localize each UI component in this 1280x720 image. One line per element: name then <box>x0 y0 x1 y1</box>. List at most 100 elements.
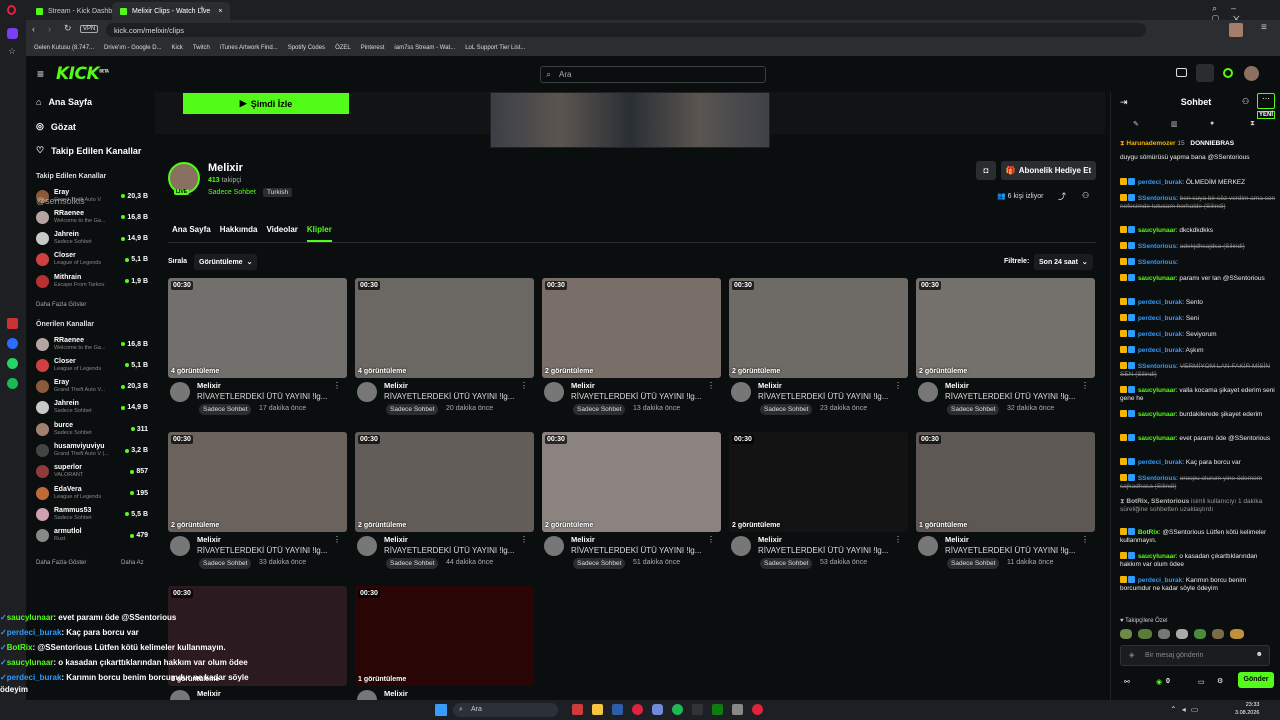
clip-category-tag[interactable]: Sadece Sohbet <box>947 404 1000 415</box>
bookmark-item[interactable]: Pinterest <box>361 45 385 51</box>
chat-message[interactable]: saucylunaar: evet paramı öde @SSentoriou… <box>1120 434 1278 443</box>
clip-card[interactable]: 00:30 4 görüntüleme Melixir RİVAYETLERDEK… <box>355 278 534 425</box>
chat-message[interactable]: SSentorious: <box>1120 258 1278 267</box>
app-icon[interactable] <box>692 704 703 715</box>
chat-message[interactable]: duygu sömürüsü yapma bana @SSentorious <box>1120 154 1278 162</box>
more-options-icon[interactable]: ⋮ <box>520 535 528 544</box>
home-icon[interactable] <box>7 28 18 39</box>
more-options-icon[interactable]: ⋮ <box>1081 535 1089 544</box>
show-less[interactable]: Daha Az <box>121 560 144 566</box>
clip-title[interactable]: RİVAYETLERDEKİ ÜTÜ YAYINI !lg... <box>197 392 327 401</box>
clip-author[interactable]: Melixir <box>384 535 408 544</box>
chat-username[interactable]: BotRix, SSentorious <box>1126 498 1189 505</box>
channel-item[interactable]: Eray Grand Theft Auto V... 20,3 B <box>36 377 148 397</box>
clip-author[interactable]: Melixir <box>945 381 969 390</box>
start-icon[interactable] <box>435 704 447 716</box>
bookmark-item[interactable]: Twitch <box>193 45 210 51</box>
chat-username[interactable]: perdeci_burak <box>1138 299 1182 306</box>
menu-icon[interactable]: ≡ <box>1261 22 1267 33</box>
more-options-icon[interactable]: ⋮ <box>894 381 902 390</box>
emote-icon[interactable] <box>1212 629 1224 639</box>
chat-username[interactable]: SSentorious <box>1138 363 1176 370</box>
chat-message[interactable]: saucylunaar: valla kocama şikayet ederim… <box>1120 386 1278 403</box>
author-avatar[interactable] <box>918 382 938 402</box>
tab-videos[interactable]: Videolar <box>266 225 297 242</box>
bookmark-item[interactable]: LoL Support Tier List... <box>465 45 525 51</box>
show-more-recommended[interactable]: Daha Fazla Göster <box>36 560 86 566</box>
link-icon[interactable]: ⚯ <box>1124 678 1130 686</box>
channel-item[interactable]: armutlol Rust 479 <box>36 526 148 546</box>
author-avatar[interactable] <box>731 382 751 402</box>
clip-card[interactable]: 00:30 2 görüntüleme Melixir RİVAYETLERDEK… <box>729 432 908 579</box>
clip-title[interactable]: RİVAYETLERDEKİ ÜTÜ YAYINI !lg... <box>384 392 514 401</box>
clip-thumbnail[interactable]: 00:30 4 görüntüleme <box>168 278 347 378</box>
chat-username[interactable]: saucylunaar <box>1138 275 1176 282</box>
tab-about[interactable]: Hakkımda <box>220 225 258 242</box>
chat-bubble-icon[interactable]: ● <box>1210 120 1214 127</box>
more-options-icon[interactable]: ⋮ <box>333 381 341 390</box>
emoji-icon[interactable]: ☻ <box>1256 651 1263 658</box>
chat-username[interactable]: SSentorious <box>1138 195 1176 202</box>
chat-message[interactable]: perdeci_burak: Aşkım <box>1120 346 1278 355</box>
clip-category-tag[interactable]: Sadece Sohbet <box>199 404 252 415</box>
channel-item[interactable]: Jahrein Sadece Sohbet 14,9 B <box>36 398 148 418</box>
notification-button[interactable]: ◘ <box>976 161 996 180</box>
clip-card[interactable]: 00:30 2 görüntüleme Melixir RİVAYETLERDEK… <box>916 278 1095 425</box>
nav-browse[interactable]: ◎ Gözat <box>36 121 76 132</box>
kick-logo[interactable]: KICKBETA <box>56 64 109 84</box>
chat-username[interactable]: perdeci_burak <box>1138 347 1182 354</box>
chat-message[interactable]: perdeci_burak: Seni <box>1120 314 1278 323</box>
chat-username[interactable]: saucylunaar <box>1138 435 1176 442</box>
clip-author[interactable]: Melixir <box>945 535 969 544</box>
whatsapp-icon[interactable] <box>7 358 18 369</box>
channel-item[interactable]: Closer League of Legends 5,1 B <box>36 355 148 375</box>
clip-thumbnail[interactable]: 00:30 4 görüntüleme <box>355 278 534 378</box>
app-icon[interactable] <box>672 704 683 715</box>
emote-icon[interactable] <box>1120 629 1132 639</box>
author-avatar[interactable] <box>731 536 751 556</box>
channel-item[interactable]: Closer League of Legends 5,1 B <box>36 250 148 270</box>
clip-category-tag[interactable]: Sadece Sohbet <box>760 404 813 415</box>
chat-input[interactable]: ◈ Bir mesaj gönderin ☻ <box>1120 645 1270 666</box>
clip-card[interactable]: 00:30 2 görüntüleme Melixir RİVAYETLERDEK… <box>168 432 347 579</box>
nav-following[interactable]: ♡ Takip Edilen Kanallar <box>36 145 141 156</box>
users-icon[interactable]: ⚇ <box>1242 97 1249 106</box>
more-options-icon[interactable]: ⋮ <box>707 535 715 544</box>
chat-message[interactable]: perdeci_burak: ÖLMEDİM MERKEZ <box>1120 178 1278 187</box>
more-options-icon[interactable]: ⋮ <box>894 535 902 544</box>
clip-category-tag[interactable]: Sadece Sohbet <box>386 404 439 415</box>
bookmark-item[interactable]: Kick <box>172 45 183 51</box>
clip-title[interactable]: RİVAYETLERDEKİ ÜTÜ YAYINI !lg... <box>571 392 701 401</box>
messenger-icon[interactable] <box>7 338 18 349</box>
chat-username[interactable]: BotRix <box>1138 529 1159 536</box>
clip-thumbnail[interactable]: 00:30 1 görüntüleme <box>916 432 1095 532</box>
clip-card[interactable]: 00:30 2 görüntüleme Melixir RİVAYETLERDEK… <box>729 278 908 425</box>
clip-title[interactable]: RİVAYETLERDEKİ ÜTÜ YAYINI !lg... <box>945 392 1075 401</box>
clip-card[interactable]: 00:30 2 görüntüleme Melixir RİVAYETLERDEK… <box>542 432 721 579</box>
forward-icon[interactable]: › <box>48 24 51 34</box>
clip-thumbnail[interactable]: 00:30 1 görüntüleme <box>355 586 534 686</box>
bookmark-item[interactable]: iTunes Artwork Find... <box>220 45 278 51</box>
chat-message[interactable]: ⧗ BotRix, SSentorious isimli kullanıcıyı… <box>1120 498 1278 514</box>
chat-username[interactable]: perdeci_burak <box>1138 179 1182 186</box>
reload-icon[interactable]: ↻ <box>64 23 72 34</box>
clip-title[interactable]: RİVAYETLERDEKİ ÜTÜ YAYINI !lg... <box>571 546 701 555</box>
clip-author[interactable]: Melixir <box>571 381 595 390</box>
filter-dropdown[interactable]: Son 24 saat ⌄ <box>1034 254 1093 270</box>
chat-message[interactable]: perdeci_burak: Seviyorum <box>1120 330 1278 339</box>
clock[interactable]: 23:33 3.08.2026 <box>1235 701 1259 717</box>
chat-username[interactable]: SSentorious <box>1138 243 1176 250</box>
clip-category-tag[interactable]: Sadece Sohbet <box>386 558 439 569</box>
emote-icon[interactable] <box>1176 629 1188 639</box>
opera-logo-icon[interactable] <box>7 5 16 15</box>
clip-card[interactable]: 00:30 2 görüntüleme Melixir RİVAYETLERDEK… <box>542 278 721 425</box>
new-tab-icon[interactable]: + <box>199 4 205 15</box>
app-icon[interactable] <box>592 704 603 715</box>
close-tab-icon[interactable]: × <box>218 8 222 15</box>
sort-dropdown[interactable]: Görüntüleme ⌄ <box>194 254 258 270</box>
chat-message[interactable]: perdeci_burak: Karımın borcu benim borcu… <box>1120 576 1278 593</box>
bookmark-item[interactable]: Drive'ım - Google D... <box>104 45 162 51</box>
chat-message[interactable]: saucylunaar: paramı ver lan @SSentorious <box>1120 274 1278 283</box>
follow-icon[interactable]: ⚇ <box>1082 191 1089 200</box>
clip-category-tag[interactable]: Sadece Sohbet <box>760 558 813 569</box>
